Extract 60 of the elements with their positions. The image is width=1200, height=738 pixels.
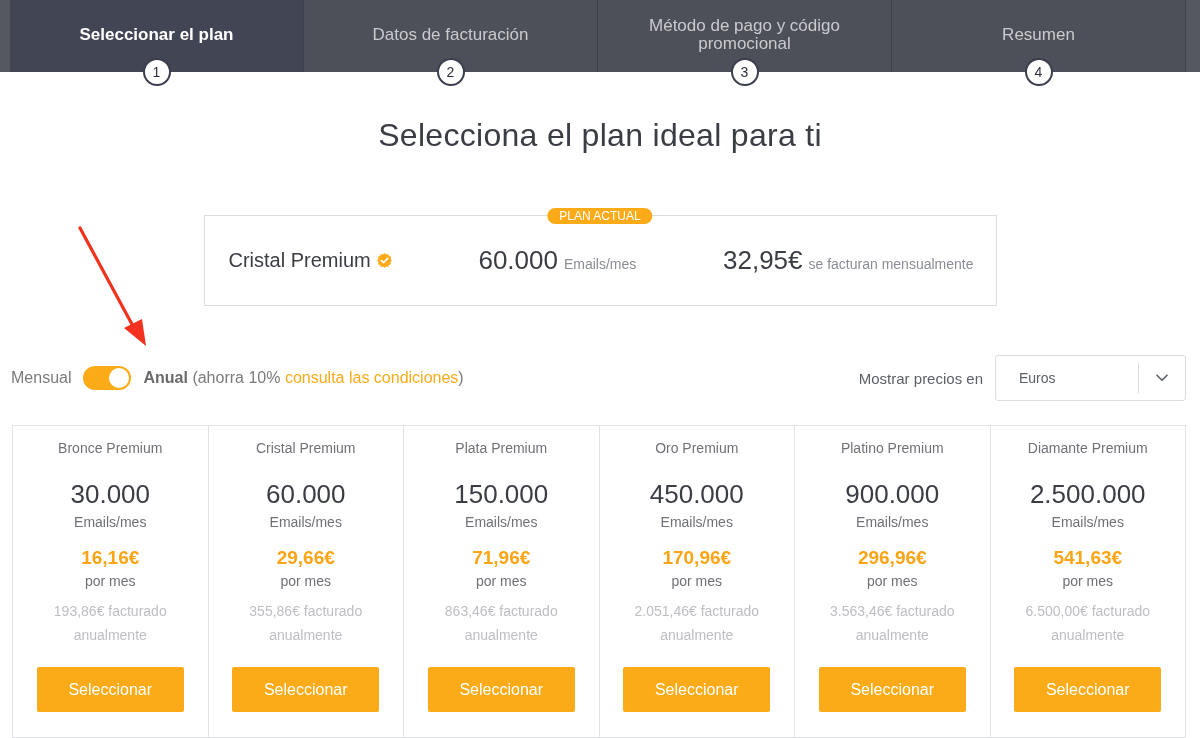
currency-label: Mostrar precios en [858,369,983,387]
current-plan-emails-unit: Emails/mes [563,256,637,272]
plan-emails: 30.000 [70,479,150,509]
plan-billed-total: 3.563,46€ facturado anualmente [828,602,956,645]
plan-billed-total: 6.500,00€ facturado anualmente [1024,602,1151,645]
plan-price: 16,16€ [81,546,140,570]
plan-name: Bronce Premium [58,439,163,457]
plan-emails-unit: Emails/mes [269,513,342,531]
plan-billed-total: 193,86€ facturado anualmente [52,602,168,645]
current-plan-name: Cristal Premium [228,249,371,272]
plan-price: 71,96€ [472,546,531,570]
plan-emails-unit: Emails/mes [74,513,147,531]
chevron-down-icon [1156,374,1168,382]
step-number: 4 [1024,58,1053,86]
plan-name: Oro Premium [655,439,739,457]
current-plan-emails: 60.000 [478,245,558,276]
current-plan-label: PLAN ACTUAL [547,208,653,224]
conditions-link[interactable]: consulta las condiciones [284,369,459,386]
plan-emails-unit: Emails/mes [1051,513,1124,531]
plan-name: Platino Premium [840,439,944,457]
billing-note: Anual (ahorra 10% consulta las condiciones) [143,369,464,387]
plan-name: Cristal Premium [255,439,356,457]
plan-billed-total: 2.051,46€ facturado anualmente [633,602,760,645]
plan-price-period: por mes [671,572,723,590]
plan-price: 296,96€ [857,546,927,570]
step-number: 2 [436,58,465,86]
plan-emails: 900.000 [845,479,940,509]
plan-emails-unit: Emails/mes [465,513,538,531]
plan-price-period: por mes [280,572,332,590]
monthly-label: Mensual [11,369,72,387]
plan-emails: 150.000 [454,479,549,509]
select-button[interactable]: Seleccionar [1014,667,1162,712]
plan-emails-unit: Emails/mes [856,513,929,531]
plan-price: 170,96€ [662,546,732,570]
plan-price: 29,66€ [276,546,335,570]
plan-price-period: por mes [866,572,918,590]
step-number: 1 [142,58,171,86]
plan-price-period: por mes [1062,572,1114,590]
select-button[interactable]: Seleccionar [427,667,575,712]
select-button[interactable]: Seleccionar [818,667,966,712]
select-button[interactable]: Seleccionar [232,667,380,712]
plan-emails-unit: Emails/mes [660,513,733,531]
plan-billed-total: 863,46€ facturado anualmente [443,602,559,645]
plan-name: Plata Premium [455,439,548,457]
plan-price-period: por mes [84,572,136,590]
plan-price-period: por mes [475,572,527,590]
plan-emails: 450.000 [649,479,744,509]
current-plan-price: 32,95€ [723,245,803,276]
billing-toggle[interactable] [83,366,132,390]
step-number: 3 [730,58,759,86]
plan-billed-total: 355,86€ facturado anualmente [248,602,364,645]
plan-price: 541,63€ [1053,546,1123,570]
plan-emails: 2.500.000 [1029,479,1146,509]
currency-select[interactable]: Euros [995,355,1186,401]
plan-name: Diamante Premium [1027,439,1148,457]
page-title: Selecciona el plan ideal para ti [377,116,823,155]
select-button[interactable]: Seleccionar [623,667,771,712]
plan-emails: 60.000 [266,479,346,509]
current-plan-price-note: se facturan mensualmente [808,256,974,272]
select-button[interactable]: Seleccionar [36,667,184,712]
